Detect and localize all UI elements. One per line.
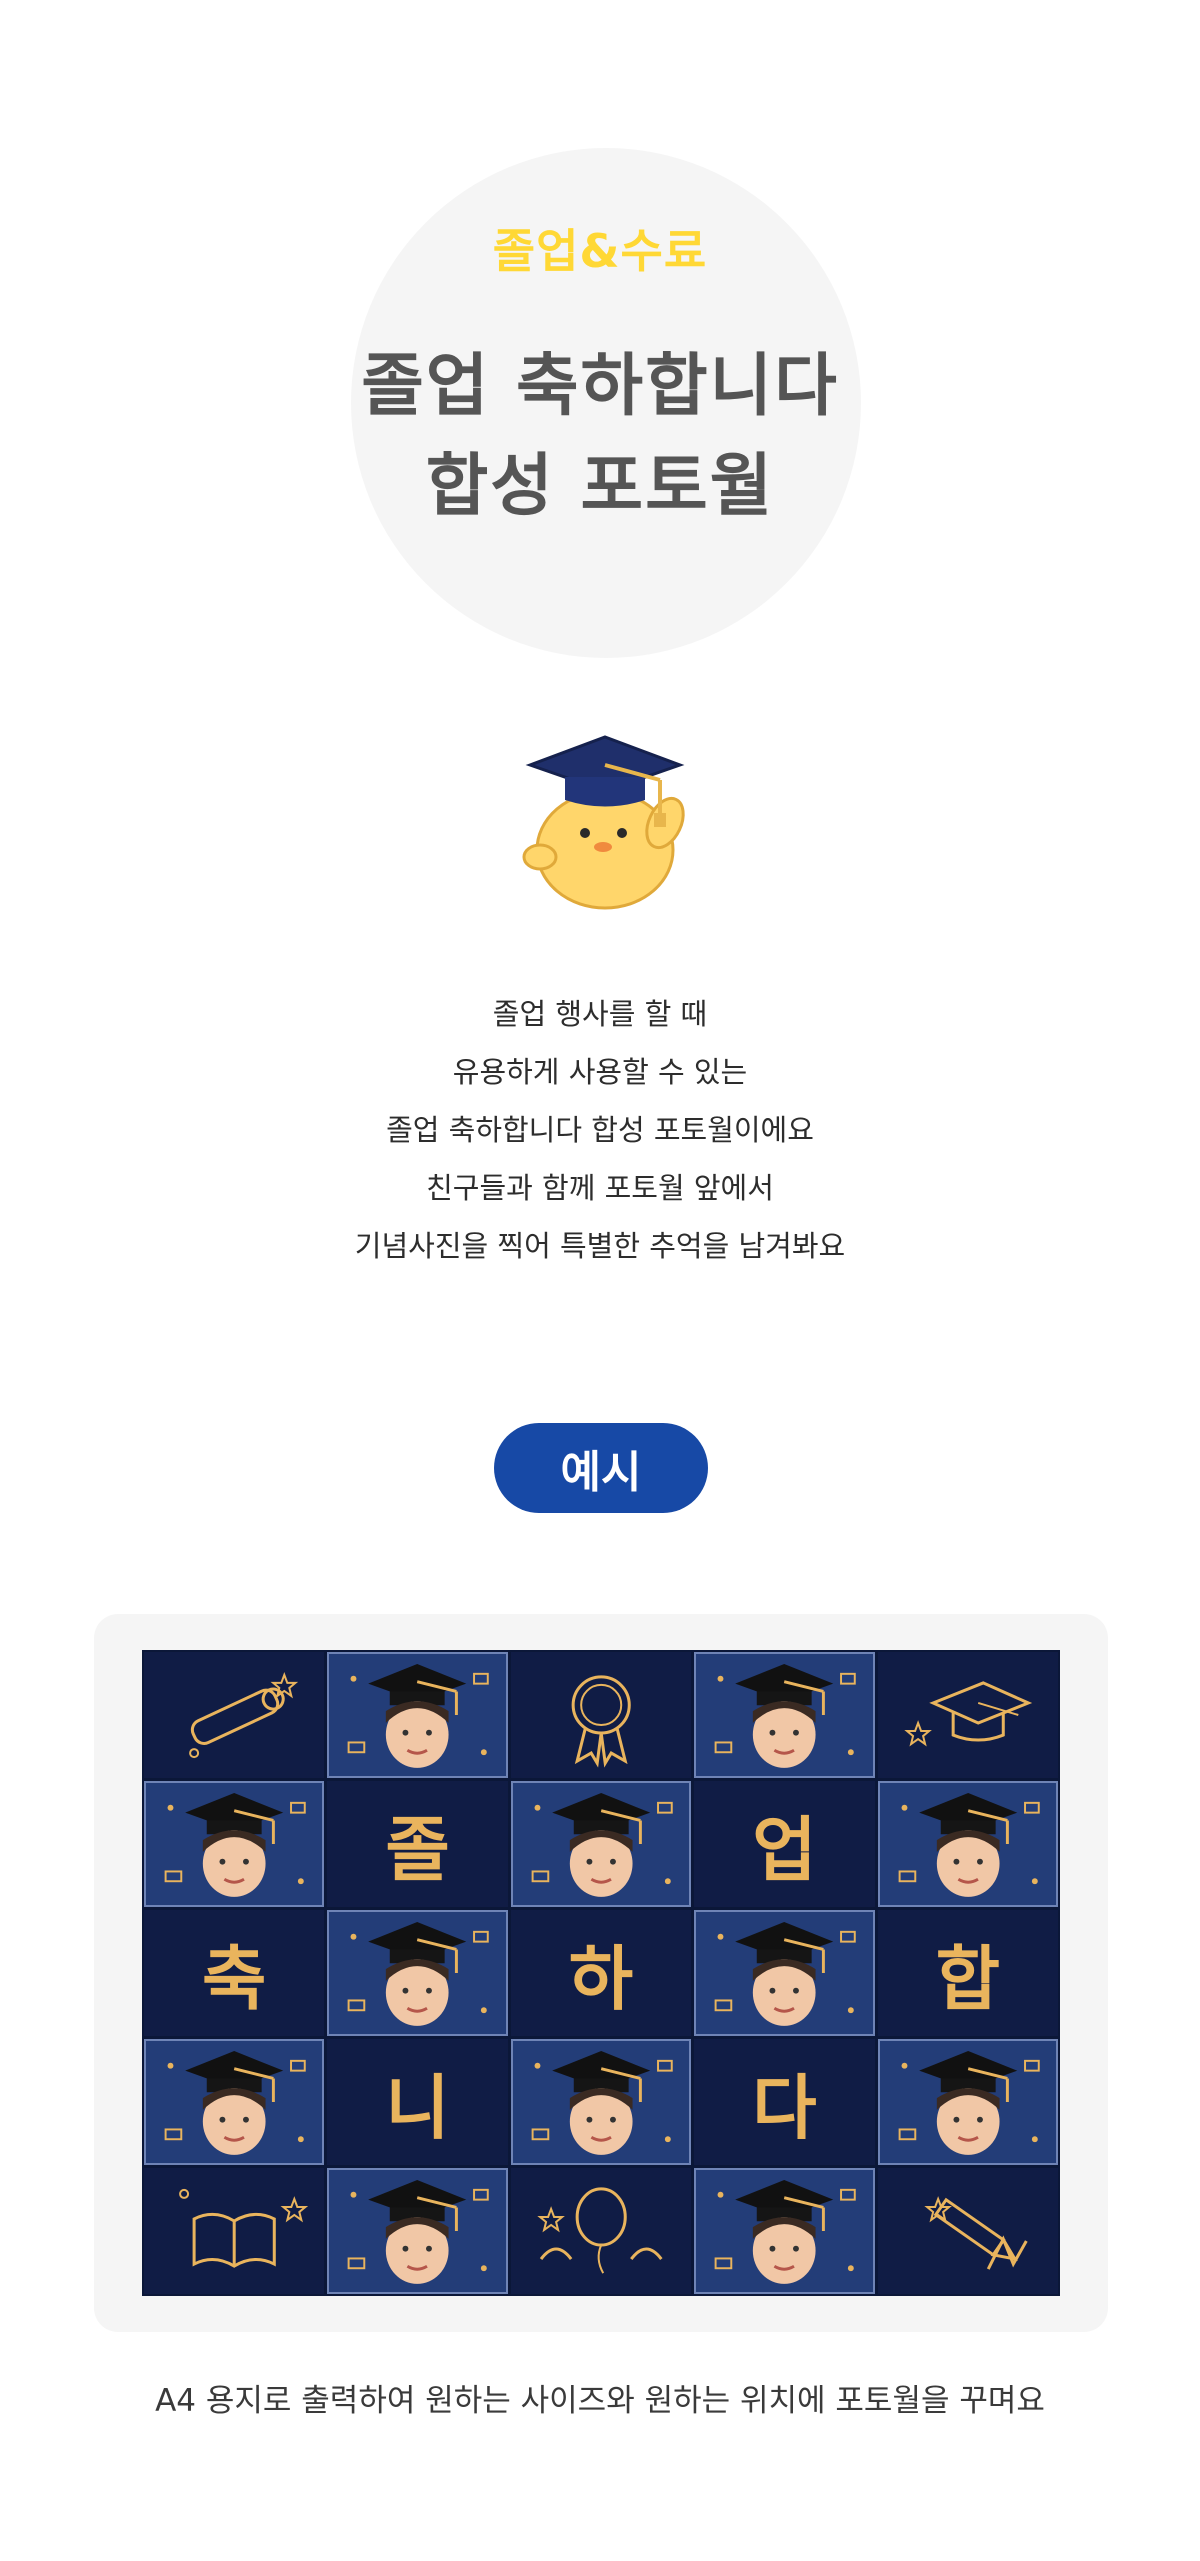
photo-tile bbox=[510, 1781, 692, 1907]
photo-tile bbox=[510, 2039, 692, 2165]
example-badge: 예시 bbox=[494, 1423, 708, 1513]
letter-tile: 다 bbox=[694, 2039, 875, 2165]
photo-tile bbox=[694, 2168, 875, 2294]
graduate-face-icon bbox=[696, 1654, 872, 1776]
hero-title-line2: 합성 포토월 bbox=[425, 447, 775, 526]
graduate-face-icon bbox=[329, 1912, 505, 2034]
graduate-face-icon bbox=[880, 2041, 1056, 2163]
graduate-face-icon bbox=[146, 1783, 322, 1905]
graduate-face-icon bbox=[696, 1912, 872, 2034]
diploma-scroll-icon bbox=[144, 1652, 324, 1778]
photo-tile bbox=[144, 2039, 325, 2165]
graduate-face-icon bbox=[329, 2170, 505, 2292]
chick-graduation-cap-icon bbox=[510, 725, 700, 915]
description-list: 졸업 행사를 할 때 유용하게 사용할 수 있는 졸업 축하합니다 합성 포토월… bbox=[0, 985, 1200, 1275]
open-book-icon bbox=[144, 2168, 324, 2294]
photo-tile bbox=[694, 1652, 875, 1778]
photo-tile bbox=[327, 2168, 508, 2294]
letter-tile: 졸 bbox=[327, 1781, 508, 1907]
graduate-face-icon bbox=[146, 2041, 322, 2163]
decor-tile bbox=[510, 2168, 692, 2294]
description-line: 졸업 행사를 할 때 bbox=[492, 997, 708, 1031]
photo-tile bbox=[877, 2039, 1058, 2165]
letter-tile: 축 bbox=[144, 1910, 325, 2036]
graduate-face-icon bbox=[696, 2170, 872, 2292]
photo-tile bbox=[327, 1652, 508, 1778]
letter-glyph: 축 bbox=[201, 1937, 267, 2020]
caption: A4 용지로 출력하여 원하는 사이즈와 원하는 위치에 포토월을 꾸며요 bbox=[155, 2383, 1045, 2419]
description-line: 기념사진을 찍어 특별한 추억을 남겨봐요 bbox=[354, 1229, 846, 1263]
graduation-cap-icon bbox=[878, 1652, 1058, 1778]
hero-title-line1: 졸업 축하합니다 bbox=[361, 347, 839, 426]
description-line: 졸업 축하합니다 합성 포토월이에요 bbox=[386, 1113, 814, 1147]
photo-tile bbox=[327, 1910, 508, 2036]
letter-glyph: 니 bbox=[385, 2066, 450, 2149]
letter-tile: 니 bbox=[327, 2039, 508, 2165]
description-line: 친구들과 함께 포토월 앞에서 bbox=[426, 1171, 774, 1205]
decor-tile bbox=[144, 2168, 325, 2294]
graduate-face-icon bbox=[513, 1783, 689, 1905]
decor-tile bbox=[510, 1652, 692, 1778]
decor-tile bbox=[877, 2168, 1058, 2294]
photo-tile bbox=[144, 1781, 325, 1907]
graduate-face-icon bbox=[513, 2041, 689, 2163]
balloon-icon bbox=[511, 2168, 691, 2294]
letter-tile: 하 bbox=[510, 1910, 692, 2036]
letter-glyph: 다 bbox=[752, 2066, 817, 2149]
photo-tile bbox=[877, 1781, 1058, 1907]
graduate-face-icon bbox=[880, 1783, 1056, 1905]
graduate-face-icon bbox=[329, 1654, 505, 1776]
pencil-icon bbox=[878, 2168, 1058, 2294]
letter-tile: 합 bbox=[877, 1910, 1058, 2036]
letter-glyph: 하 bbox=[568, 1937, 634, 2020]
decor-tile bbox=[877, 1652, 1058, 1778]
description-line: 유용하게 사용할 수 있는 bbox=[452, 1055, 748, 1089]
decor-tile bbox=[144, 1652, 325, 1778]
photo-wall-board: 졸 업축 하 합니 다 bbox=[142, 1650, 1060, 2296]
letter-glyph: 졸 bbox=[385, 1808, 450, 1891]
hero-tag: 졸업&수료 bbox=[492, 224, 708, 278]
photo-tile bbox=[694, 1910, 875, 2036]
letter-tile: 업 bbox=[694, 1781, 875, 1907]
letter-glyph: 합 bbox=[935, 1937, 1000, 2020]
medal-ribbon-icon bbox=[511, 1652, 691, 1778]
letter-glyph: 업 bbox=[752, 1808, 817, 1891]
